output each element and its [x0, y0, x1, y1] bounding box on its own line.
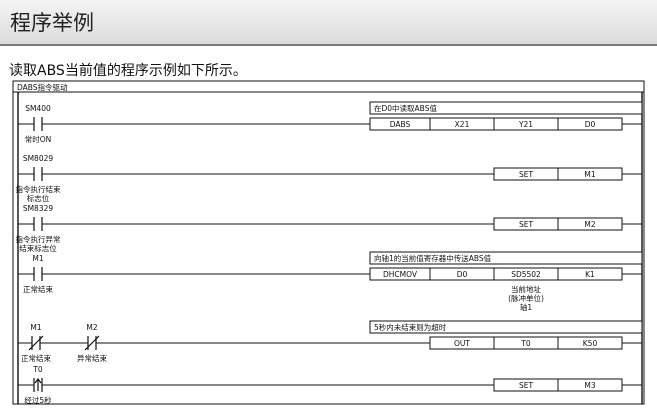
instruction-text: K1	[585, 270, 595, 279]
contact-m1	[33, 267, 43, 281]
operand-note: (脉冲单位)	[508, 293, 544, 303]
device-label: M2	[86, 323, 97, 332]
device-label: M1	[32, 254, 43, 263]
ladder-diagram: DABS指令驱动 SM400 常时ON DABS X21 Y21 D0 在D0中读取ABS值 S…	[12, 80, 645, 405]
device-label: SM8329	[23, 204, 54, 213]
contact-sm400	[33, 117, 43, 131]
device-label: SM8029	[23, 154, 54, 163]
instruction-text: T0	[520, 339, 531, 348]
instruction-text: D0	[457, 270, 468, 279]
device-comment: 指令执行异常	[16, 234, 61, 244]
device-label: T0	[32, 365, 43, 374]
rung-comment: 向轴1的当前值寄存器中传送ABS值	[374, 253, 492, 263]
instruction-text: SET	[519, 381, 533, 390]
instruction-text: SD5502	[511, 270, 541, 279]
device-label: SM400	[25, 104, 51, 113]
diagram-title: DABS指令驱动	[17, 82, 68, 92]
instruction-text: DABS	[390, 120, 411, 129]
operand-note: 当前地址	[511, 284, 541, 294]
device-comment: 结束标志位	[19, 243, 57, 253]
device-label: M1	[30, 323, 41, 332]
instruction-text: DHCMOV	[383, 270, 418, 279]
instruction-text: M3	[584, 381, 595, 390]
contact-t0	[33, 378, 43, 392]
instruction-text: OUT	[454, 339, 470, 348]
device-comment: 指令执行结束	[16, 184, 61, 194]
instruction-text: Y21	[518, 120, 533, 129]
device-comment: 标志位	[27, 193, 50, 203]
instruction-text: D0	[585, 120, 596, 129]
rung-comment: 5秒内未结束则为超时	[374, 322, 447, 332]
instruction-text: M1	[584, 170, 595, 179]
contact-sm8329	[33, 217, 43, 231]
device-comment: 正常结束	[23, 284, 53, 294]
instruction-text: X21	[455, 120, 470, 129]
device-comment: 异常结束	[77, 353, 107, 363]
operand-note: 轴1	[520, 302, 532, 312]
instruction-text: M2	[584, 220, 595, 229]
instruction-text: SET	[519, 170, 533, 179]
contact-sm8029	[33, 167, 43, 181]
device-comment: 经过5秒	[24, 395, 52, 405]
device-comment: 正常结束	[21, 353, 51, 363]
instruction-text: K50	[583, 339, 598, 348]
rung-comment: 在D0中读取ABS值	[374, 103, 437, 113]
device-comment: 常时ON	[25, 134, 52, 144]
instruction-text: SET	[519, 220, 533, 229]
